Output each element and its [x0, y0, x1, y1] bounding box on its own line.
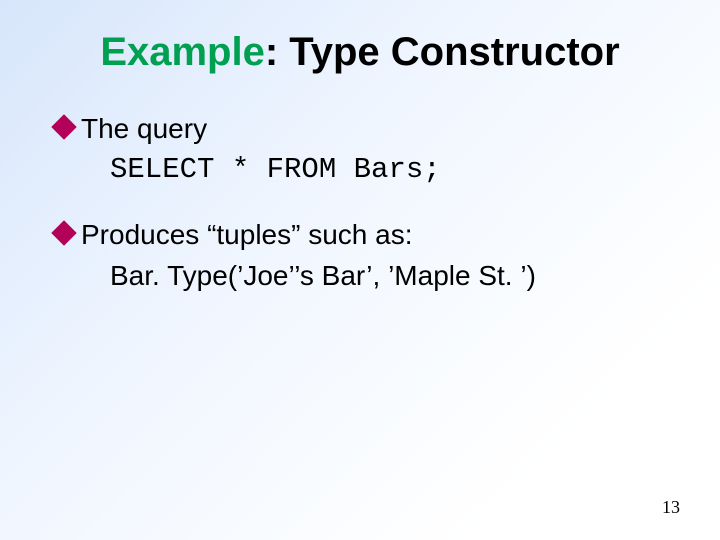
bullet-item: The query: [55, 109, 665, 148]
bullet-list: The query SELECT * FROM Bars; Produces “…: [55, 109, 665, 295]
bullet-subtext: Bar. Type(’Joe’’s Bar’, ’Maple St. ’): [110, 256, 665, 295]
bullet-diamond-icon: [51, 220, 76, 245]
slide: Example: Type Constructor The query SELE…: [0, 0, 720, 540]
title-rest: : Type Constructor: [265, 30, 620, 74]
title-accent: Example: [100, 30, 265, 74]
code-line: SELECT * FROM Bars;: [110, 150, 665, 191]
bullet-diamond-icon: [51, 114, 76, 139]
bullet-text: The query: [81, 109, 207, 148]
page-number: 13: [662, 497, 680, 518]
slide-title: Example: Type Constructor: [55, 30, 665, 74]
bullet-item: Produces “tuples” such as:: [55, 215, 665, 254]
bullet-text: Produces “tuples” such as:: [81, 215, 413, 254]
